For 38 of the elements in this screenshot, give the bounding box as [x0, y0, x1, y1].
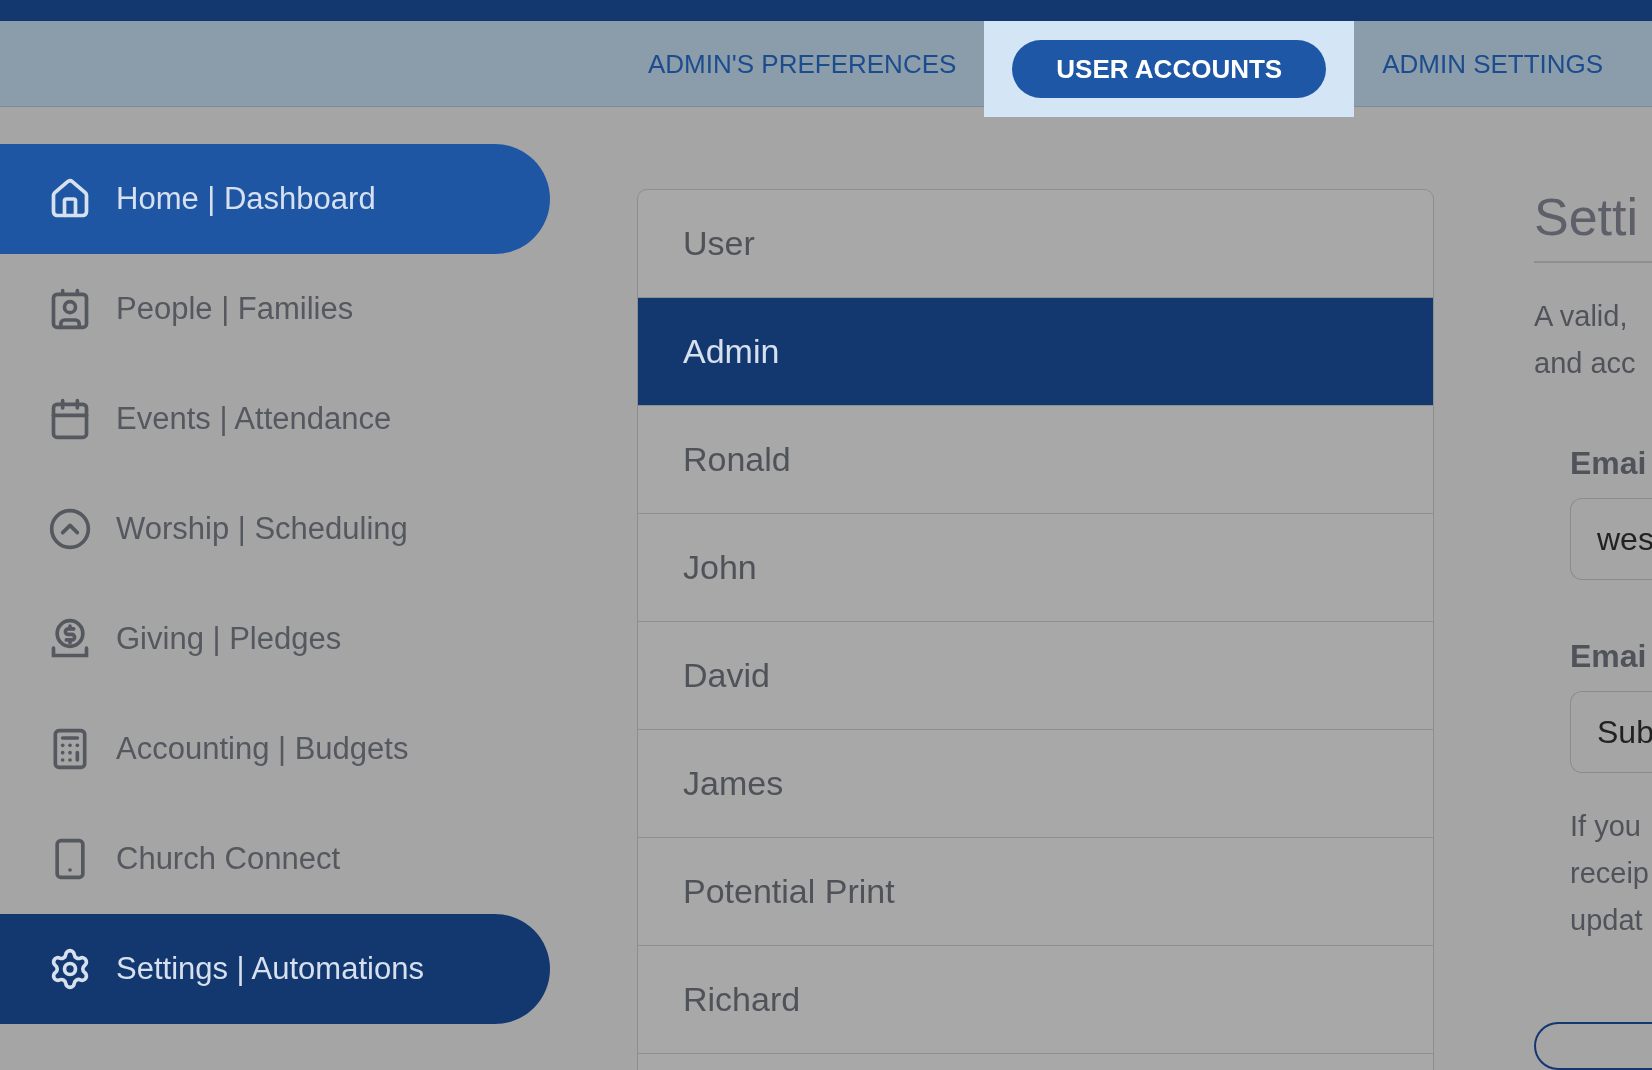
field-label: Emai [1570, 445, 1648, 482]
user-row[interactable]: James [638, 730, 1433, 838]
tab[interactable]: ADMIN SETTINGS [1382, 35, 1604, 93]
sidebar-item-label: Settings | Automations [116, 951, 424, 987]
user-row[interactable]: David [638, 622, 1433, 730]
user-row[interactable]: Admin [638, 298, 1433, 406]
sidebar-item[interactable]: Church Connect [0, 804, 550, 914]
sidebar-item-label: Giving | Pledges [116, 621, 342, 657]
user-row[interactable]: Ronald [638, 406, 1433, 514]
sidebar-item[interactable]: Events | Attendance [0, 364, 550, 474]
tab[interactable]: ADMIN'S PREFERENCES [648, 35, 957, 93]
user-row[interactable]: John [638, 514, 1433, 622]
sidebar-item[interactable]: Accounting | Budgets [0, 694, 550, 804]
sidebar-item[interactable]: Giving | Pledges [0, 584, 550, 694]
sidebar-item-label: Accounting | Budgets [116, 731, 409, 767]
sidebar-item-label: Worship | Scheduling [116, 511, 408, 547]
settings-title: Setti [1534, 187, 1652, 263]
description-text: A valid, [1534, 299, 1629, 334]
sidebar-item-label: Home | Dashboard [116, 181, 376, 217]
field-label: Emai [1570, 638, 1648, 675]
tab[interactable]: USER ACCOUNTS [1012, 40, 1327, 98]
note-text: receip [1570, 856, 1650, 891]
outline-button[interactable] [1534, 1022, 1652, 1070]
note-text: If you [1570, 809, 1642, 844]
description-text: and acc [1534, 346, 1637, 381]
chevron-up-circle-icon [48, 507, 92, 551]
sidebar-item[interactable]: People | Families [0, 254, 550, 364]
input-field[interactable]: Sub [1570, 691, 1652, 773]
sidebar-item-label: Church Connect [116, 841, 340, 877]
user-row[interactable]: Potential Print [638, 838, 1433, 946]
sidebar-item[interactable]: Settings | Automations [0, 914, 550, 1024]
sidebar-item-label: People | Families [116, 291, 354, 327]
user-row[interactable]: Richard [638, 946, 1433, 1054]
input-field[interactable]: wes [1570, 498, 1652, 580]
sidebar-item[interactable]: Worship | Scheduling [0, 474, 550, 584]
note-text: updat [1570, 903, 1644, 938]
sidebar-item-label: Events | Attendance [116, 401, 392, 437]
sidebar-item[interactable]: Home | Dashboard [0, 144, 550, 254]
